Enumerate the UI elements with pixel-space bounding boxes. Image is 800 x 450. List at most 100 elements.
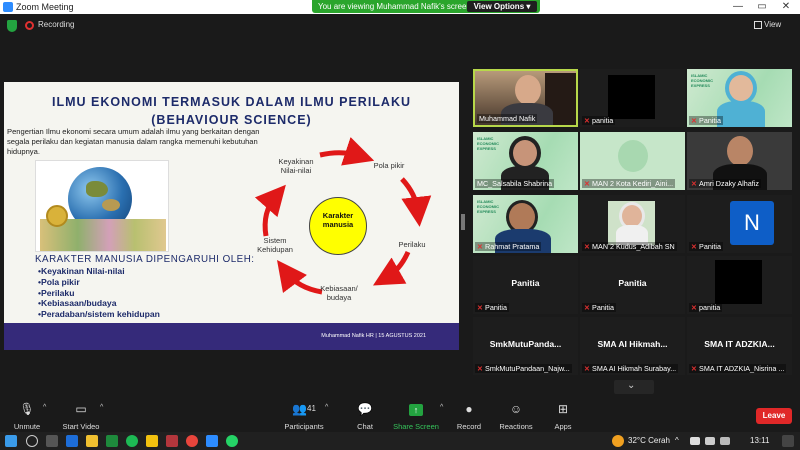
mic-muted-icon: ✕ [691, 303, 698, 312]
participants-caret-icon[interactable]: ^ [325, 404, 328, 411]
ie-logo-text: ISLAMIC ECONOMIC EXPRESS [477, 136, 499, 151]
apps-label: Apps [554, 422, 572, 431]
notification-icon[interactable] [782, 435, 794, 447]
participant-name-row: ✕ SmkMutuPandaan_Najw... [475, 364, 572, 373]
cycle-keyakinan-label: Keyakinan Nilai-nilai [278, 157, 314, 175]
unmute-label: Unmute [13, 422, 41, 431]
slide-footer: Muhammad Nafik HR | 15 AGUSTUS 2021 [4, 323, 459, 350]
screen-share-banner: You are viewing Muhammad Nafik's screen … [312, 0, 540, 13]
participant-name: SMA AI Hikmah Surabay... [592, 364, 677, 373]
share-screen-icon: ↑ [409, 404, 423, 416]
participant-display-name: SMA IT ADZKIA... [704, 339, 775, 349]
participant-name: Rahmat Pratama [485, 242, 540, 251]
weather-text[interactable]: 32°C Cerah [628, 436, 670, 445]
unmute-button[interactable]: 🎙 Unmute [0, 402, 57, 431]
mic-muted-icon: ✕ [691, 116, 698, 125]
ie-logo-text: ISLAMIC ECONOMIC EXPRESS [477, 199, 499, 214]
video-options-caret-icon[interactable]: ^ [100, 404, 103, 411]
file-explorer-icon[interactable] [86, 435, 98, 447]
minimize-button[interactable]: — [726, 0, 750, 14]
participant-tile[interactable]: N ✕ Panitia [687, 195, 792, 253]
view-button[interactable]: View [764, 20, 781, 29]
recording-label: Recording [38, 20, 75, 29]
mic-muted-icon: 🎙 [19, 402, 35, 416]
participant-tile[interactable]: ✕ MAN 2 Kota Kediri_Aini... [580, 132, 685, 190]
zoom-taskbar-icon[interactable] [206, 435, 218, 447]
powerpoint-icon[interactable] [166, 435, 178, 447]
participants-label: Participants [284, 422, 324, 431]
meeting-top-strip: Recording View [0, 14, 800, 38]
clock[interactable]: 13:11 [750, 436, 769, 445]
participant-tile[interactable]: SmkMutuPanda... ✕ SmkMutuPandaan_Najw... [473, 317, 578, 375]
mic-muted-icon: ✕ [584, 179, 591, 188]
mic-muted-icon: ✕ [584, 242, 591, 251]
share-banner-text: You are viewing Muhammad Nafik's screen [318, 2, 471, 11]
whatsapp-icon[interactable] [226, 435, 238, 447]
mic-muted-icon: ✕ [477, 242, 484, 251]
view-grid-icon[interactable] [754, 21, 762, 29]
leave-button[interactable]: Leave [756, 408, 792, 424]
meeting-toolbar: 🎙 Unmute ^ ▭ Start Video ^ 👥41 Participa… [0, 398, 800, 432]
participant-name: panitia [699, 303, 721, 312]
security-shield-icon[interactable] [7, 20, 17, 32]
participant-tile[interactable]: ✕ MAN 2 Kudus_Adibah SN [580, 195, 685, 253]
excel-icon[interactable] [106, 435, 118, 447]
maximize-button[interactable]: ▭ [750, 0, 774, 14]
share-screen-label: Share Screen [393, 422, 439, 431]
participant-name: Amri Dzaky Alhafiz [699, 179, 759, 188]
mic-muted-icon: ✕ [477, 303, 484, 312]
shared-screen-slide: ILMU EKONOMI TERMASUK DALAM ILMU PERILAK… [4, 82, 459, 350]
participant-name: MAN 2 Kudus_Adibah SN [592, 242, 675, 251]
cycle-pola-pikir-label: Pola pikir [373, 161, 405, 170]
participant-tile[interactable]: ✕ panitia [580, 69, 685, 127]
participant-tile-active-speaker[interactable]: Muhammad Nafik [473, 69, 578, 127]
participant-name-row: ✕ panitia [689, 303, 723, 312]
task-view-icon[interactable] [46, 435, 58, 447]
sticky-notes-icon[interactable] [146, 435, 158, 447]
participant-tile[interactable]: ISLAMIC ECONOMIC EXPRESS ✕ Panitia [687, 69, 792, 127]
tray-expand-icon[interactable]: ^ [675, 436, 679, 445]
participant-avatar: N [730, 201, 774, 245]
participant-tile[interactable]: SMA IT ADZKIA... ✕ SMA IT ADZKIA_Nisrina … [687, 317, 792, 375]
participant-tile[interactable]: Panitia ✕ Panitia [473, 256, 578, 314]
participant-display-name: SMA AI Hikmah... [597, 339, 668, 349]
participant-tile[interactable]: Panitia ✕ Panitia [580, 256, 685, 314]
karakter-center-label: Karakter manusia [322, 211, 354, 229]
participant-name-row: ✕ Amri Dzaky Alhafiz [689, 179, 761, 188]
apps-button[interactable]: ⊞ Apps [533, 402, 593, 431]
slide-footer-text: Muhammad Nafik HR | 15 AGUSTUS 2021 [321, 333, 426, 339]
audio-options-caret-icon[interactable]: ^ [43, 404, 46, 411]
volume-icon[interactable] [720, 437, 730, 445]
battery-icon[interactable] [690, 437, 700, 445]
view-options-button[interactable]: View Options ▾ [467, 1, 537, 12]
close-button[interactable]: ✕ [774, 0, 798, 14]
participant-tile[interactable]: SMA AI Hikmah... ✕ SMA AI Hikmah Surabay.… [580, 317, 685, 375]
spotify-icon[interactable] [126, 435, 138, 447]
participant-name: Panitia [592, 303, 615, 312]
cycle-sistem-label: Sistem Kehidupan [257, 236, 293, 254]
participant-tile[interactable]: ✕ Amri Dzaky Alhafiz [687, 132, 792, 190]
gallery-next-page-button[interactable]: ⌄ [614, 380, 654, 394]
participant-tile[interactable]: ISLAMIC ECONOMIC EXPRESS MC_Salsabila Sh… [473, 132, 578, 190]
apps-icon: ⊞ [557, 402, 569, 416]
search-icon[interactable] [26, 435, 38, 447]
window-title: Zoom Meeting [16, 2, 74, 12]
mic-muted-icon: ✕ [691, 364, 698, 373]
os-taskbar: 32°C Cerah ^ 13:11 [0, 432, 800, 450]
participant-tile[interactable]: ✕ panitia [687, 256, 792, 314]
participant-tile[interactable]: ISLAMIC ECONOMIC EXPRESS ✕ Rahmat Pratama [473, 195, 578, 253]
panel-splitter-handle[interactable] [461, 214, 465, 230]
edge-browser-icon[interactable] [66, 435, 78, 447]
participant-name: Muhammad Nafik [477, 114, 538, 123]
share-screen-button[interactable]: ↑ Share Screen [386, 402, 446, 431]
network-icon[interactable] [705, 437, 715, 445]
weather-icon [612, 435, 624, 447]
windows-start-icon[interactable] [5, 435, 17, 447]
participant-name: Panitia [699, 242, 722, 251]
chrome-icon[interactable] [186, 435, 198, 447]
participant-name-row: ✕ MAN 2 Kota Kediri_Aini... [582, 179, 676, 188]
mic-muted-icon: ✕ [584, 116, 591, 125]
participant-name: panitia [592, 116, 614, 125]
participant-name-row: ✕ panitia [582, 116, 616, 125]
participant-name-row: ✕ SMA IT ADZKIA_Nisrina ... [689, 364, 787, 373]
